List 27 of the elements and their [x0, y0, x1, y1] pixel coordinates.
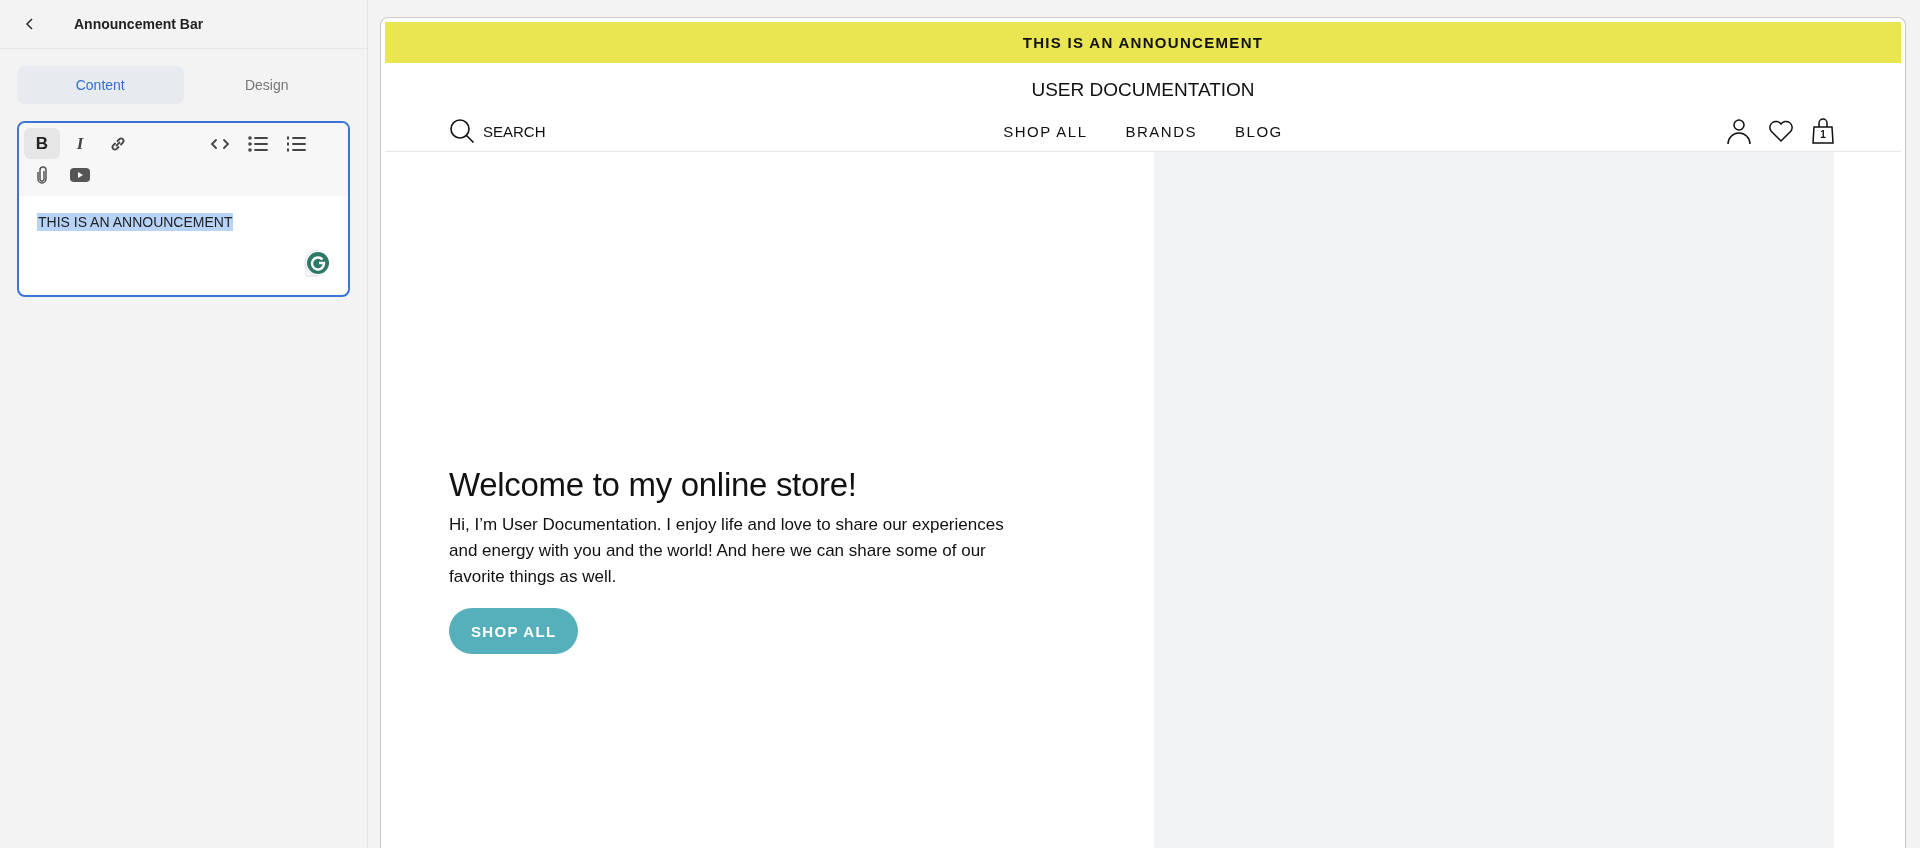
cart-button[interactable]: 1 [1809, 117, 1837, 145]
rich-text-editor[interactable]: B I THIS IS AN ANNOUNCEMENT [17, 121, 350, 297]
tab[interactable]: Design [183, 66, 350, 104]
editor-text: THIS IS AN ANNOUNCEMENT [37, 213, 234, 231]
store-name[interactable]: USER DOCUMENTATION [385, 63, 1901, 111]
cart-count: 1 [1819, 129, 1827, 140]
paperclip-icon [36, 165, 48, 184]
nav-link[interactable]: SHOP ALL [1003, 122, 1088, 140]
numbered-list-icon [286, 135, 306, 152]
search-icon [449, 118, 475, 144]
hero-text: Hi, I’m User Documentation. I enjoy life and love to share our experiences and energy with you and the world! And here we can share some of our favorite things as well. [449, 514, 1005, 588]
grammar-assistant-icon[interactable] [304, 249, 332, 277]
nav-link[interactable]: BLOG [1235, 122, 1283, 140]
bulleted-list-icon [248, 135, 268, 152]
hero-heading: Welcome to my online store! [449, 466, 858, 504]
bold-button[interactable]: B [24, 128, 60, 159]
nav-link[interactable]: BRANDS [1125, 122, 1198, 140]
tab[interactable]: Content [17, 66, 184, 104]
announcement-bar: THIS IS AN ANNOUNCEMENT [385, 22, 1901, 63]
panel-title: Announcement Bar [74, 16, 204, 32]
bag-icon [1809, 117, 1837, 145]
search-link[interactable]: SEARCH [449, 118, 1004, 144]
user-icon[interactable] [1725, 117, 1753, 145]
italic-button[interactable]: I [62, 128, 98, 159]
code-icon [210, 137, 230, 150]
back-icon[interactable] [24, 17, 36, 31]
video-icon [70, 167, 90, 182]
